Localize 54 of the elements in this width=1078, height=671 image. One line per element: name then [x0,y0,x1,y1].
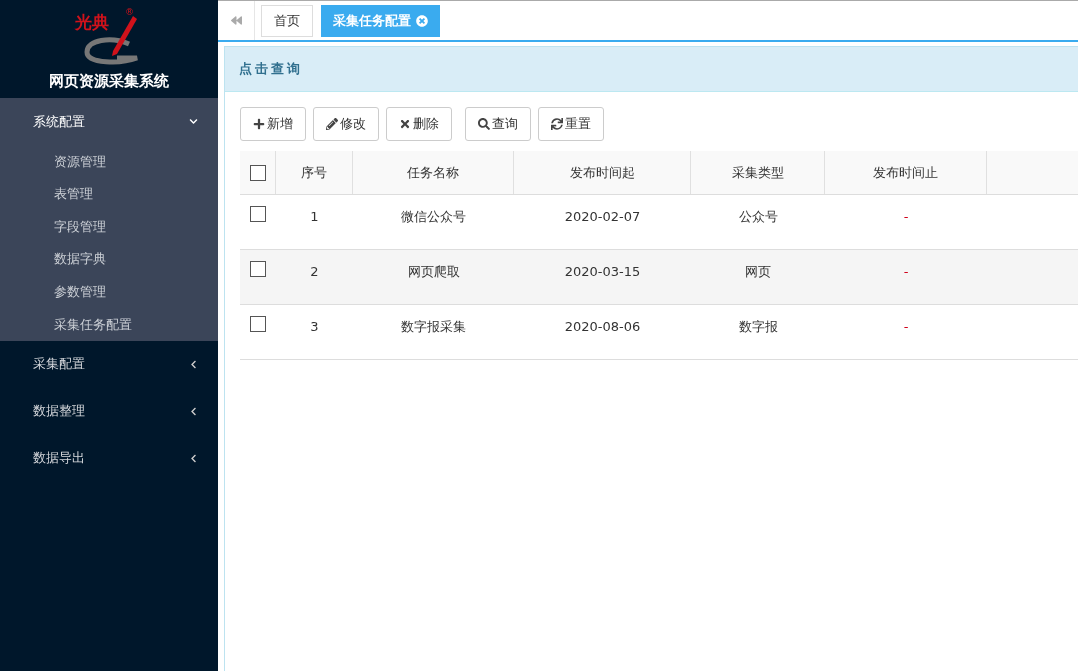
table-cell-text: 2020-02-07 [563,208,642,226]
cross-icon [399,118,411,130]
menu-item[interactable]: 数据整理 [0,387,218,435]
chevron-down-icon [189,117,198,126]
search-icon [478,118,490,130]
panel-title: 点击查询 [239,60,303,79]
column-header: 采集类型 [691,151,825,194]
submenu-item[interactable]: 字段管理 [0,210,218,243]
table-cell-text: 网页 [744,263,772,281]
toolbar-button[interactable]: 重置 [538,107,604,141]
table-cell-text: 公众号 [737,208,779,226]
table-cell-text: 3 [309,318,320,336]
submenu-item[interactable]: 表管理 [0,177,218,211]
table-cell-text: - [902,208,910,226]
table-cell-text: 2020-03-15 [563,263,642,281]
menu-item[interactable]: 采集配置 [0,340,218,388]
table-cell-text: - [902,318,910,336]
submenu-item[interactable]: 数据字典 [0,242,218,276]
toolbar-button[interactable]: 新增 [240,107,306,141]
column-header: 任务名称 [353,151,514,194]
menu-item[interactable]: 数据导出 [0,434,218,482]
logo-text: 光典 [75,14,109,31]
table-cell-text: 数字报 [737,318,779,336]
table-cell-text: 2020-08-06 [563,318,642,336]
toolbar-button[interactable]: 删除 [386,107,452,141]
checkbox[interactable] [250,316,266,332]
toolbar-button[interactable]: 修改 [313,107,379,141]
plus-icon [253,118,265,130]
checkbox[interactable] [249,164,266,181]
column-header: 序号 [276,151,353,194]
submenu-item[interactable]: 资源管理 [0,145,218,178]
table-cell-text: 2 [309,263,320,281]
chevron-left-icon [189,453,198,463]
table-cell-text: 1 [309,208,320,226]
column-header: 发布时间止 [825,151,987,194]
menu-item[interactable]: 系统配置 [0,98,218,145]
chevron-left-icon [189,406,198,416]
submenu-item[interactable]: 参数管理 [0,275,218,308]
checkbox[interactable] [250,261,266,277]
table-cell-text: - [902,263,910,281]
checkbox[interactable] [250,206,266,222]
column-header: 发布时间起 [514,151,691,194]
table-cell-text: 微信公众号 [400,208,467,226]
registered-mark: ® [125,8,134,17]
table-cell-text: 数字报采集 [400,318,467,336]
chevron-left-icon [189,359,198,369]
table-cell-text: 网页爬取 [406,263,461,281]
close-icon[interactable] [416,14,428,27]
pencil-icon [326,118,338,130]
tab[interactable]: 首页 [261,4,313,37]
app-title: 网页资源采集系统 [49,72,169,90]
refresh-icon [551,118,563,130]
submenu-item[interactable]: 采集任务配置 [0,307,218,341]
toolbar-button[interactable]: 查询 [465,107,531,141]
